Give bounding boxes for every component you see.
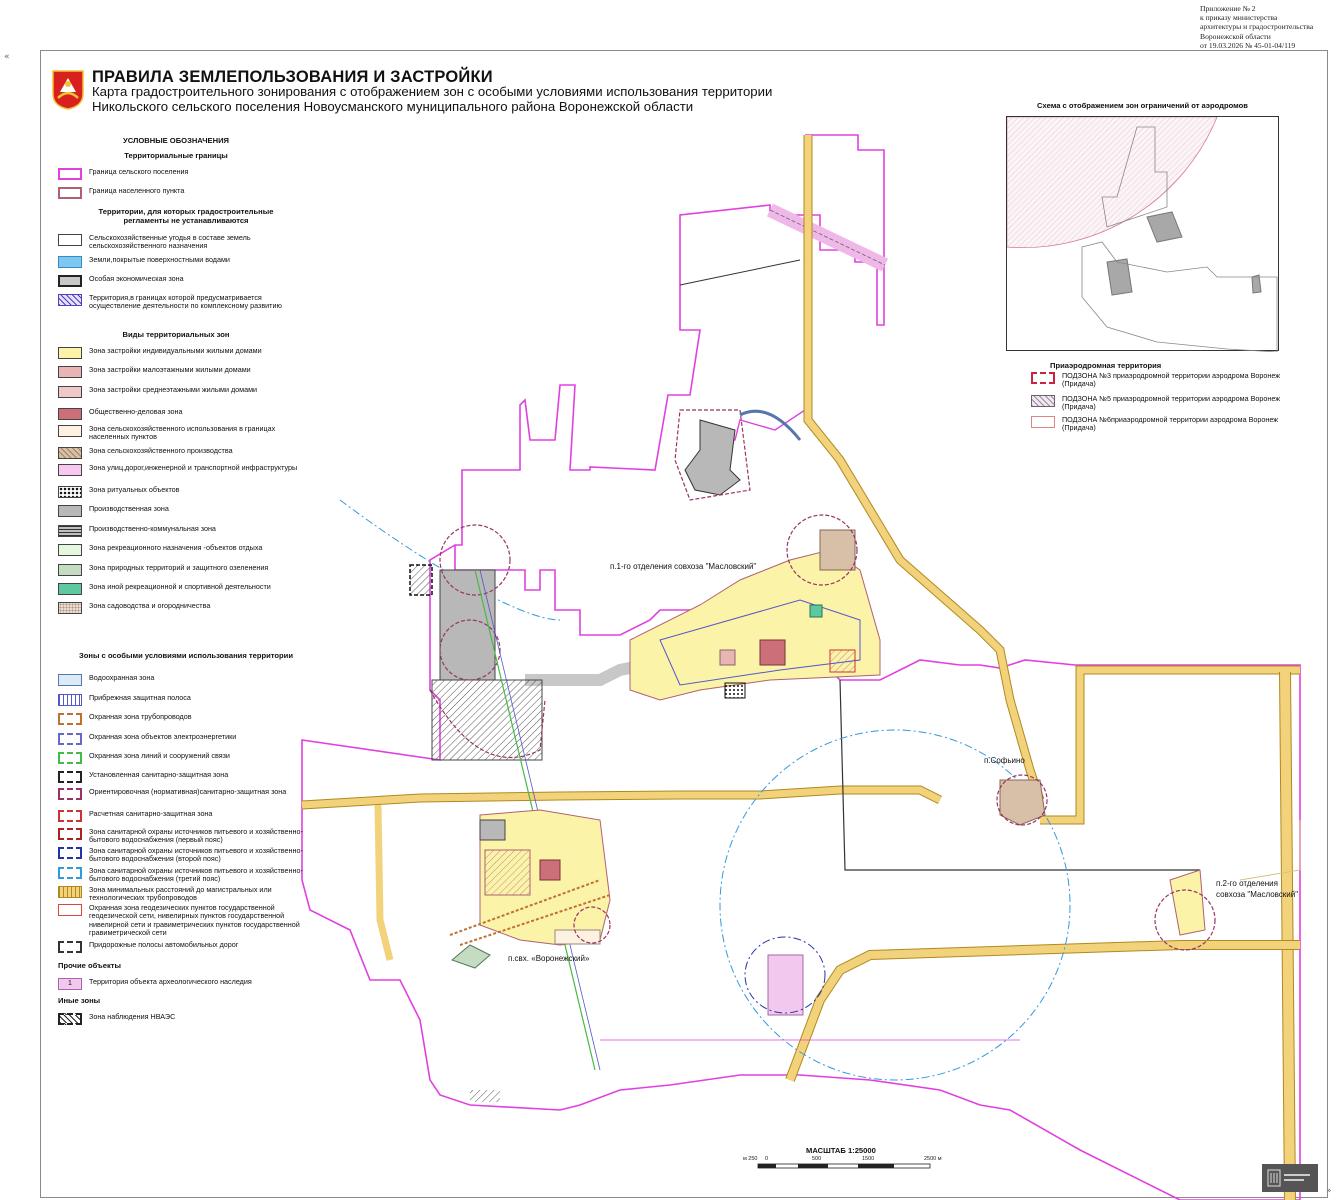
legend-title: УСЛОВНЫЕ ОБОЗНАЧЕНИЯ [122, 136, 230, 145]
legend-section-heading: Зоны с особыми условиями использования т… [78, 651, 293, 660]
legend: УСЛОВНЫЕ ОБОЗНАЧЕНИЯ Территориальные гра… [56, 136, 306, 1036]
settlement-label: п.2-го отделения [1216, 879, 1278, 888]
legend-section-heading: Территориальные границы [124, 151, 228, 160]
scale-tick-label: 0 [765, 1156, 769, 1162]
scale-tick-label: 2500 м [924, 1156, 942, 1162]
settlement-label: совхоза "Масловский" [1216, 890, 1299, 899]
inset-title: Схема с отображением зон ограничений от … [1037, 101, 1248, 110]
airport-inset-map [1006, 116, 1279, 353]
settlement-label: п.Софьино [984, 756, 1025, 765]
scale-tick-label: 500 [812, 1156, 822, 1162]
settlement-label: п.1-го отделения совхоза "Масловский" [610, 562, 757, 571]
scale-bar [757, 1163, 931, 1169]
legend-section-heading: Иные зоны [58, 996, 101, 1005]
scale-tick-label: 1500 [862, 1156, 875, 1162]
legend-section-heading: Прочие объекты [58, 961, 121, 970]
scale-title: МАСШТАБ 1:25000 [806, 1146, 876, 1155]
airport-legend-title: Приаэродромная территория [1050, 361, 1162, 370]
scale-tick-label: м 250 [743, 1156, 758, 1162]
settlement-label: п.свх. «Воронежский» [508, 954, 590, 963]
legend-section-heading: Территории, для которых градостроительны… [98, 207, 274, 225]
organization-logo-icon [1262, 1164, 1318, 1192]
legend-section-heading: Виды территориальных зон [122, 330, 230, 339]
